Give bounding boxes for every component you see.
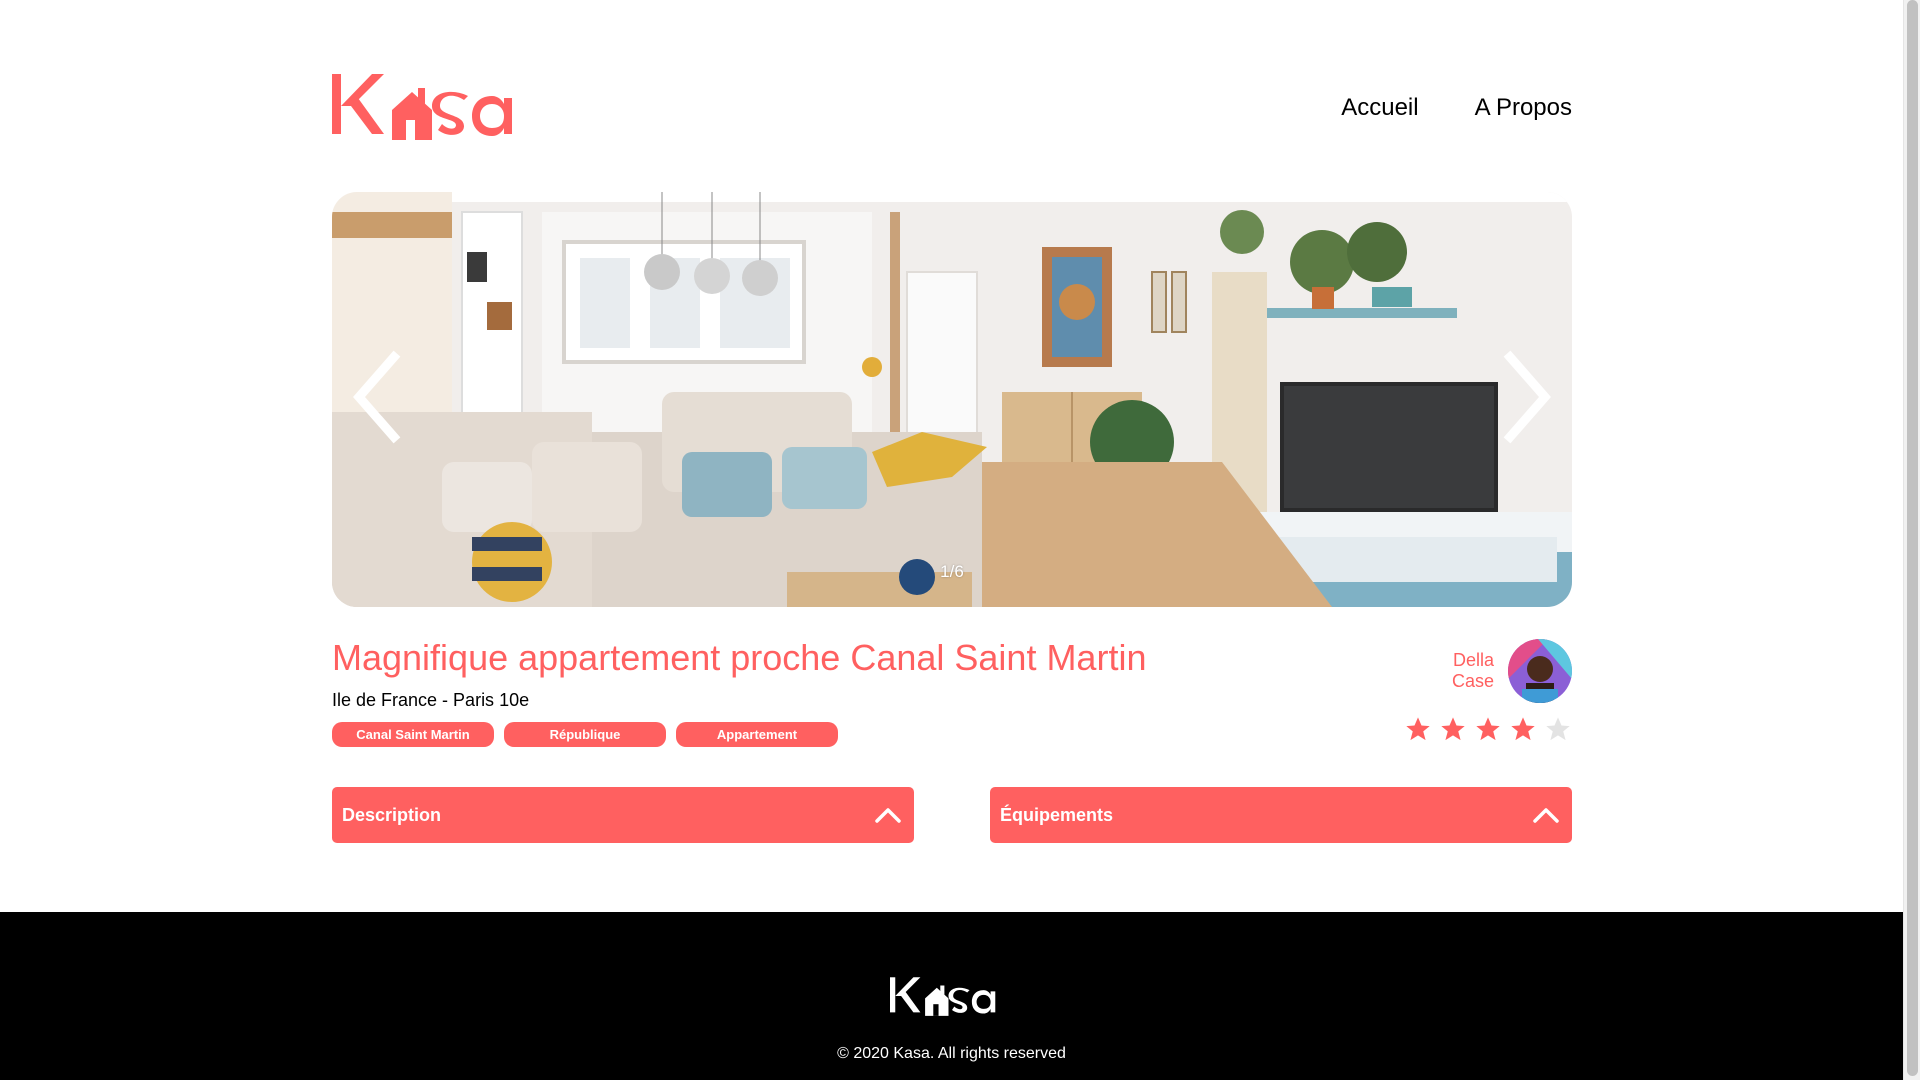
star-icon (1511, 717, 1535, 741)
chevron-up-icon[interactable] (874, 806, 902, 824)
star-icon (1546, 717, 1570, 741)
nav-accueil-link[interactable]: Accueil (1341, 94, 1418, 122)
scrollbar-thumb[interactable] (1907, 0, 1918, 1076)
tag-list: Canal Saint Martin République Appartemen… (332, 722, 838, 747)
star-icon (1476, 717, 1500, 741)
nav-a-propos-link[interactable]: A Propos (1475, 94, 1572, 122)
main-container: Accueil A Propos 1/6 Magnifique appartem… (332, 0, 1572, 843)
collapse-equipements[interactable]: Équipements (990, 787, 1572, 843)
kasa-logo[interactable] (332, 70, 544, 142)
header: Accueil A Propos (332, 0, 1572, 192)
image-carousel: 1/6 (332, 192, 1572, 607)
host-first-name: Della (1452, 650, 1494, 670)
collapse-equipements-title: Équipements (1000, 804, 1114, 825)
collapse-section: Description Équipements (332, 787, 1572, 843)
footer: © 2020 Kasa. All rights reserved (0, 912, 1903, 1080)
listing-location: Ile de France - Paris 10e (332, 690, 530, 710)
copyright: © 2020 Kasa. All rights reserved (837, 1045, 1066, 1062)
host-avatar (1508, 639, 1572, 703)
host-info: Della Case (1452, 639, 1572, 703)
tag-appartement: Appartement (676, 722, 838, 747)
star-icon (1406, 717, 1430, 741)
listing-info: Magnifique appartement proche Canal Sain… (332, 607, 1572, 787)
main-nav: Accueil A Propos (1341, 94, 1572, 122)
host-last-name: Case (1451, 671, 1494, 691)
footer-kasa-logo (890, 977, 996, 1016)
collapse-description[interactable]: Description (332, 787, 914, 843)
carousel-next-button[interactable] (1480, 347, 1560, 447)
apartment-photo (332, 192, 1572, 607)
tag-canal-saint-martin: Canal Saint Martin (332, 722, 494, 747)
listing-title: Magnifique appartement proche Canal Sain… (332, 637, 1147, 678)
rating (1404, 715, 1572, 743)
tag-republique: République (504, 722, 666, 747)
chevron-up-icon[interactable] (1532, 806, 1560, 824)
page-scrollbar[interactable] (1903, 0, 1920, 1080)
carousel-prev-button[interactable] (344, 347, 424, 447)
star-icon (1441, 717, 1465, 741)
host-name: Della Case (1452, 650, 1494, 692)
carousel-counter: 1/6 (940, 562, 964, 581)
collapse-description-title: Description (342, 804, 442, 825)
page: Accueil A Propos 1/6 Magnifique appartem… (0, 0, 1920, 1080)
